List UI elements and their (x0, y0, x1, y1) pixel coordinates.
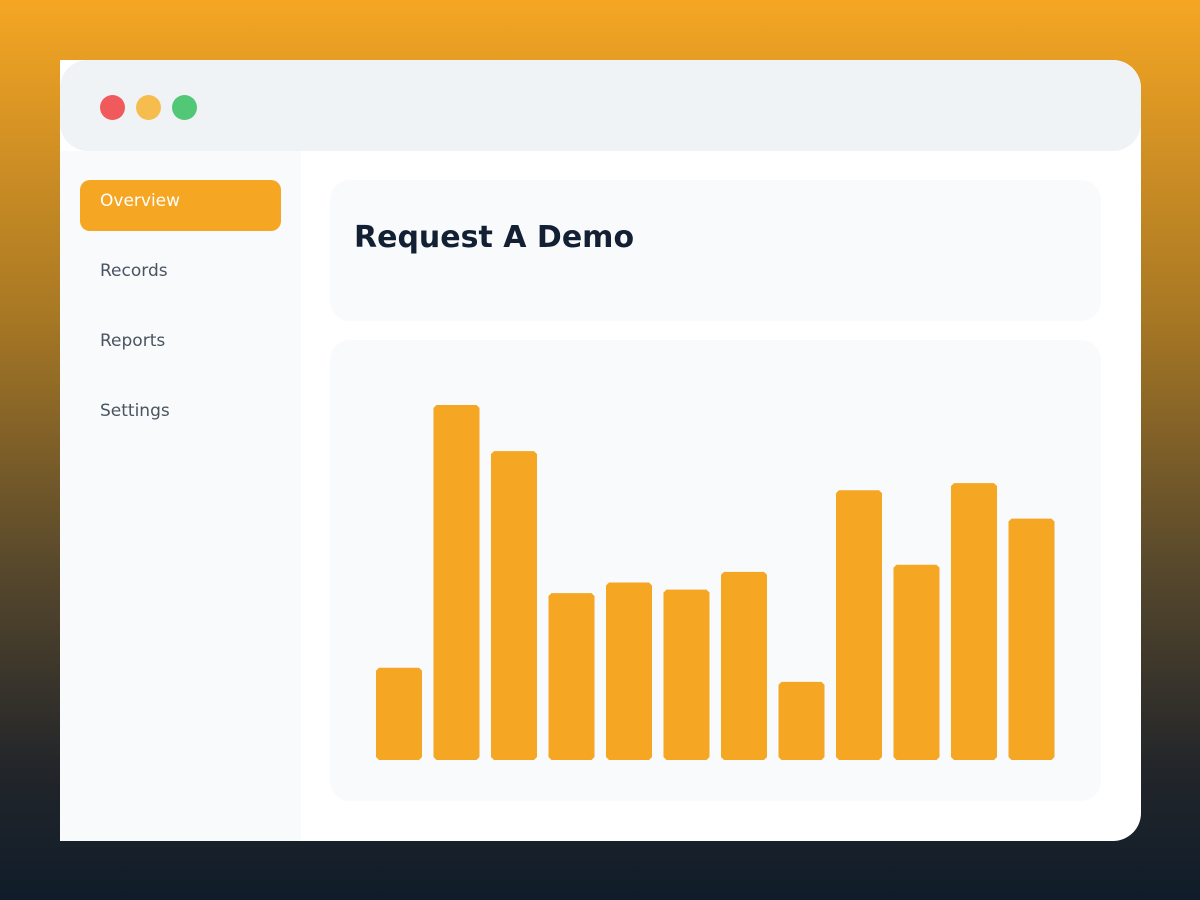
sidebar-item-reports[interactable]: Reports (80, 320, 281, 371)
sidebar-item-records[interactable]: Records (80, 250, 281, 301)
minimize-window-button[interactable] (136, 95, 161, 120)
sidebar-item-settings[interactable]: Settings (80, 390, 281, 441)
chart-bar (663, 589, 710, 760)
chart-bar (548, 593, 595, 760)
maximize-window-button[interactable] (172, 95, 197, 120)
page-title: Request A Demo (354, 220, 635, 255)
chart-bar (491, 451, 537, 760)
chart-bar (606, 582, 652, 760)
sidebar-item-label: Records (100, 261, 168, 281)
chart-bar (778, 681, 825, 760)
app-window: Overview Records Reports Settings Reques… (60, 60, 1141, 841)
title-bar (60, 60, 1141, 151)
chart-card (330, 340, 1101, 801)
header-card: Request A Demo (330, 180, 1101, 321)
chart-bar (836, 490, 882, 760)
sidebar-item-overview[interactable]: Overview (80, 180, 281, 231)
sidebar-item-label: Overview (100, 191, 181, 211)
chart-bar (1008, 518, 1055, 760)
chart-bar (721, 571, 767, 760)
close-window-button[interactable] (100, 95, 125, 120)
sidebar: Overview Records Reports Settings (60, 151, 301, 841)
chart-bar (893, 564, 940, 760)
chart-bar (951, 483, 997, 760)
sidebar-item-label: Settings (100, 401, 170, 421)
sidebar-item-label: Reports (100, 331, 166, 351)
bar-chart (376, 405, 1055, 760)
chart-bar (433, 405, 480, 760)
chart-bar (376, 667, 422, 760)
